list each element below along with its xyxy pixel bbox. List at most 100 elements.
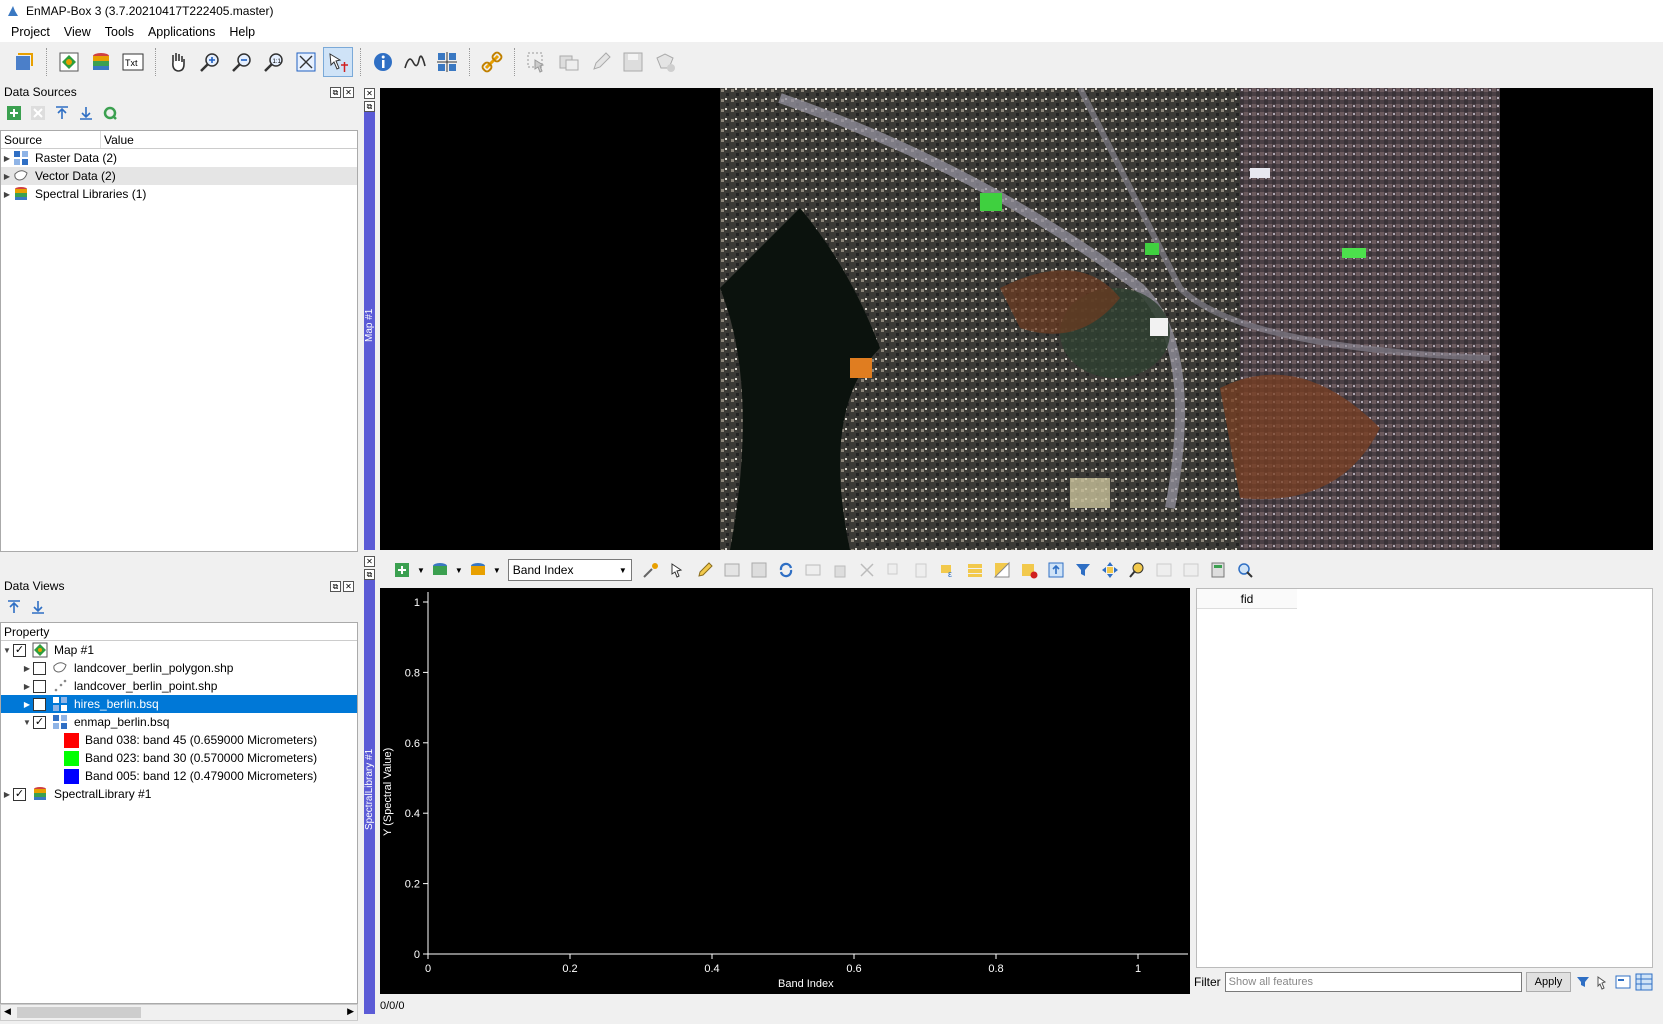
save-edits-button[interactable] [618, 47, 648, 77]
map-canvas[interactable] [380, 88, 1653, 550]
float-panel-button[interactable]: ⧉ [330, 580, 341, 592]
expand-arrow-icon[interactable]: ▶ [21, 700, 33, 709]
zoom-in-button[interactable] [195, 47, 225, 77]
open-text-view-button[interactable]: Txt [118, 47, 148, 77]
dropdown-arrow-icon[interactable]: ▼ [455, 566, 463, 575]
identify-button[interactable] [368, 47, 398, 77]
collapse-arrow-icon[interactable]: ▼ [1, 646, 13, 655]
select-features-button[interactable] [522, 47, 552, 77]
apply-filter-button[interactable]: Apply [1525, 972, 1572, 992]
map-dock-tab[interactable]: Map #1 [364, 112, 375, 550]
layer-visibility-checkbox[interactable]: ✓ [33, 715, 46, 729]
profile-settings-button[interactable] [639, 558, 663, 582]
toggle-editing-button[interactable] [693, 558, 717, 582]
delete-field-button[interactable] [1179, 558, 1203, 582]
expand-arrow-icon[interactable]: ▶ [21, 682, 33, 691]
collapse-all-button[interactable] [52, 103, 72, 123]
refresh-sources-button[interactable] [100, 103, 120, 123]
column-header-fid[interactable]: fid [1197, 589, 1297, 609]
close-map-dock-button[interactable]: ✕ [364, 88, 375, 99]
layer-visibility-checkbox[interactable] [33, 661, 46, 675]
expand-arrow-icon[interactable]: ▶ [1, 154, 13, 163]
source-spectral-libraries[interactable]: ▶ Spectral Libraries (1) [1, 185, 357, 203]
zoom-native-button[interactable]: 1:1 [259, 47, 289, 77]
import-library-button[interactable] [428, 558, 452, 582]
add-profile-button[interactable] [390, 558, 414, 582]
dropdown-arrow-icon[interactable]: ▼ [417, 566, 425, 575]
pan-button[interactable] [163, 47, 193, 77]
expand-arrow-icon[interactable]: ▶ [1, 172, 13, 181]
close-panel-button[interactable]: ✕ [343, 580, 354, 592]
menu-tools[interactable]: Tools [98, 22, 141, 42]
toggle-multi-edit-button[interactable] [720, 558, 744, 582]
dropdown-arrow-icon[interactable]: ▼ [493, 566, 501, 575]
cut-button[interactable] [855, 558, 879, 582]
toggle-editing-button[interactable] [586, 47, 616, 77]
spectral-library-node[interactable]: ▶ ✓ SpectralLibrary #1 [1, 785, 357, 803]
layer-polygon[interactable]: ▶ landcover_berlin_polygon.shp [1, 659, 357, 677]
invert-selection-button[interactable] [990, 558, 1014, 582]
map-node[interactable]: ▼ ✓ Map #1 [1, 641, 357, 659]
scroll-right-icon[interactable]: ▶ [347, 1006, 354, 1017]
collapse-all-button[interactable] [4, 597, 24, 617]
spectral-library-checkbox[interactable]: ✓ [13, 787, 26, 801]
pixel-inspector-button[interactable] [432, 47, 462, 77]
add-feature-button[interactable] [650, 47, 680, 77]
close-spectral-dock-button[interactable]: ✕ [364, 556, 375, 567]
table-view-icon[interactable] [1635, 973, 1653, 991]
link-maps-button[interactable] [477, 47, 507, 77]
pan-to-selection-button[interactable] [1098, 558, 1122, 582]
data-views-scrollbar[interactable]: ◀ ▶ [0, 1004, 358, 1021]
collapse-arrow-icon[interactable]: ▼ [21, 718, 33, 727]
select-cursor-location-button[interactable] [323, 47, 353, 77]
filter-input[interactable]: Show all features [1224, 972, 1522, 992]
open-map-view-button[interactable] [54, 47, 84, 77]
layer-enmap[interactable]: ▼ ✓ enmap_berlin.bsq [1, 713, 357, 731]
deselect-features-button[interactable] [554, 47, 584, 77]
layer-visibility-checkbox[interactable] [33, 697, 46, 711]
reload-button[interactable] [774, 558, 798, 582]
layer-hires[interactable]: ▶ hires_berlin.bsq [1, 695, 357, 713]
filter-icon[interactable] [1575, 974, 1591, 990]
zoom-full-extent-button[interactable] [291, 47, 321, 77]
conditional-formatting-button[interactable] [1233, 558, 1257, 582]
new-field-button[interactable] [1152, 558, 1176, 582]
move-selection-top-button[interactable] [1044, 558, 1068, 582]
select-profiles-button[interactable] [666, 558, 690, 582]
close-panel-button[interactable]: ✕ [343, 86, 354, 98]
float-spectral-dock-button[interactable]: ⧉ [364, 569, 375, 580]
menu-view[interactable]: View [57, 22, 98, 42]
spectral-plot[interactable]: 0 0.2 0.4 0.6 0.8 1 0 0.2 0.4 0.6 0.8 1 Band Index … [380, 588, 1190, 994]
source-vector-data[interactable]: ▶ Vector Data (2) [1, 167, 357, 185]
add-record-button[interactable] [801, 558, 825, 582]
expand-arrow-icon[interactable]: ▶ [1, 790, 13, 799]
save-edits-button[interactable] [747, 558, 771, 582]
map-visibility-checkbox[interactable]: ✓ [13, 643, 26, 657]
expand-all-button[interactable] [76, 103, 96, 123]
delete-selected-button[interactable] [828, 558, 852, 582]
float-panel-button[interactable]: ⧉ [330, 86, 341, 98]
copy-button[interactable] [882, 558, 906, 582]
menu-applications[interactable]: Applications [141, 22, 222, 42]
zoom-to-selection-button[interactable] [1125, 558, 1149, 582]
deselect-all-button[interactable] [1017, 558, 1041, 582]
select-by-expression-button[interactable]: ε [936, 558, 960, 582]
paste-button[interactable] [909, 558, 933, 582]
remove-source-button[interactable] [28, 103, 48, 123]
menu-help[interactable]: Help [222, 22, 262, 42]
scroll-left-icon[interactable]: ◀ [4, 1006, 11, 1017]
add-data-source-button[interactable] [9, 47, 39, 77]
add-source-button[interactable] [4, 103, 24, 123]
form-view-icon[interactable] [1615, 974, 1631, 990]
select-all-button[interactable] [963, 558, 987, 582]
scroll-thumb[interactable] [17, 1007, 141, 1018]
layer-point[interactable]: ▶ landcover_berlin_point.shp [1, 677, 357, 695]
attribute-table[interactable]: fid [1196, 588, 1653, 968]
filter-button[interactable] [1071, 558, 1095, 582]
spectral-profile-button[interactable] [400, 47, 430, 77]
spectral-dock-tab[interactable]: SpectralLibrary #1 [364, 580, 375, 1014]
export-library-button[interactable] [466, 558, 490, 582]
zoom-out-button[interactable] [227, 47, 257, 77]
expand-all-button[interactable] [28, 597, 48, 617]
expand-arrow-icon[interactable]: ▶ [21, 664, 33, 673]
